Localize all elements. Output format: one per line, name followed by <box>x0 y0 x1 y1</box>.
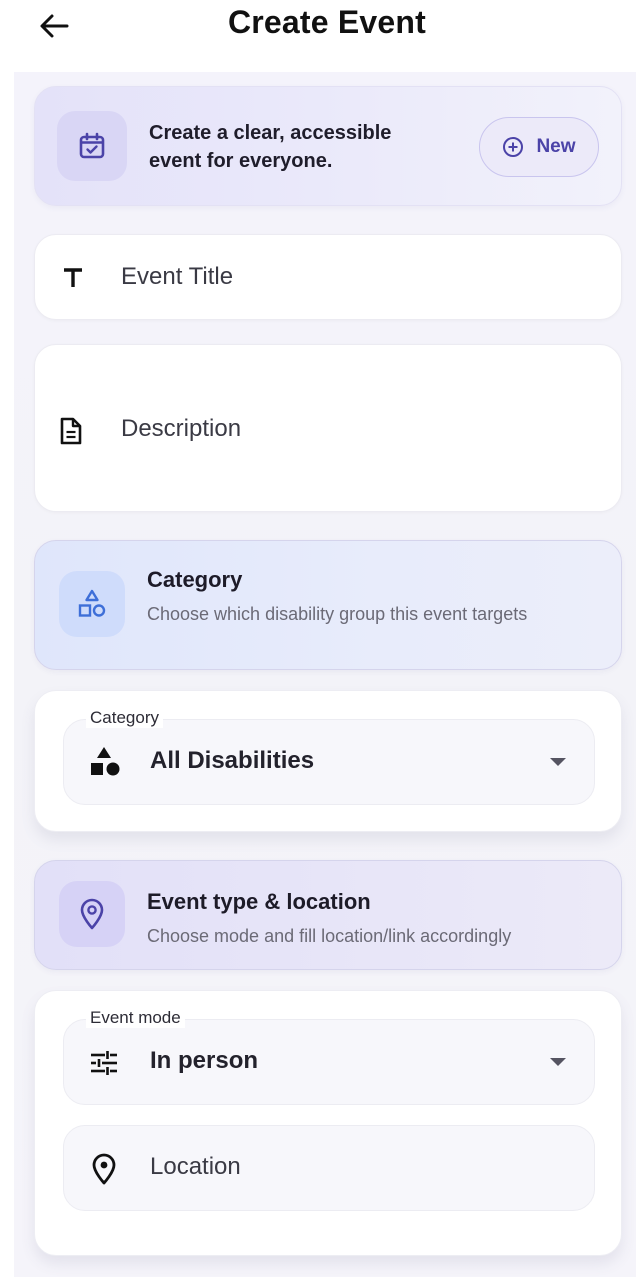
category-shapes-icon <box>91 747 120 776</box>
location-pin-icon <box>80 898 104 930</box>
description-field[interactable]: Description <box>34 344 622 512</box>
description-placeholder: Description <box>121 415 242 442</box>
shapes-icon <box>78 589 106 617</box>
text-t-icon <box>57 262 89 294</box>
event-mode-label: Event mode <box>86 1008 185 1028</box>
location-placeholder: Location <box>150 1153 241 1180</box>
category-section-title: Category <box>147 567 243 592</box>
category-panel: Category All Disabilities <box>34 690 622 832</box>
calendar-check-icon <box>79 132 105 159</box>
event-type-section-subtitle: Choose mode and fill location/link accor… <box>147 926 512 946</box>
location-pin-icon <box>92 1153 116 1185</box>
document-icon <box>55 415 87 447</box>
category-selected-value: All Disabilities <box>150 747 315 774</box>
category-section-header: Category Choose which disability group t… <box>34 540 622 670</box>
event-type-icon-tile <box>59 881 125 947</box>
app-bar: Create Event <box>0 0 644 72</box>
event-type-section-header: Event type & location Choose mode and fi… <box>34 860 622 970</box>
location-field[interactable]: Location <box>63 1125 595 1211</box>
event-type-section-title: Event type & location <box>147 889 371 914</box>
intro-banner: Create a clear, accessible event for eve… <box>34 86 622 206</box>
event-mode-value: In person <box>150 1047 259 1074</box>
chevron-down-icon <box>550 1058 566 1066</box>
event-mode-dropdown[interactable]: Event mode In person <box>63 1008 595 1105</box>
tune-sliders-icon <box>91 1051 117 1075</box>
event-mode-panel: Event mode In person Location <box>34 990 622 1256</box>
event-title-placeholder: Event Title <box>121 263 234 290</box>
banner-text: Create a clear, accessible event for eve… <box>149 122 392 172</box>
event-title-field[interactable]: Event Title <box>34 234 622 320</box>
banner-icon-tile <box>57 111 127 181</box>
category-field-label: Category <box>86 708 163 728</box>
chevron-down-icon <box>550 758 566 766</box>
new-button[interactable]: New <box>479 117 599 177</box>
new-button-label: New <box>536 136 576 157</box>
category-icon-tile <box>59 571 125 637</box>
category-dropdown[interactable]: Category All Disabilities <box>63 708 595 805</box>
plus-circle-icon <box>503 137 524 157</box>
page-title: Create Event <box>227 4 427 40</box>
category-section-subtitle: Choose which disability group this event… <box>147 604 528 624</box>
